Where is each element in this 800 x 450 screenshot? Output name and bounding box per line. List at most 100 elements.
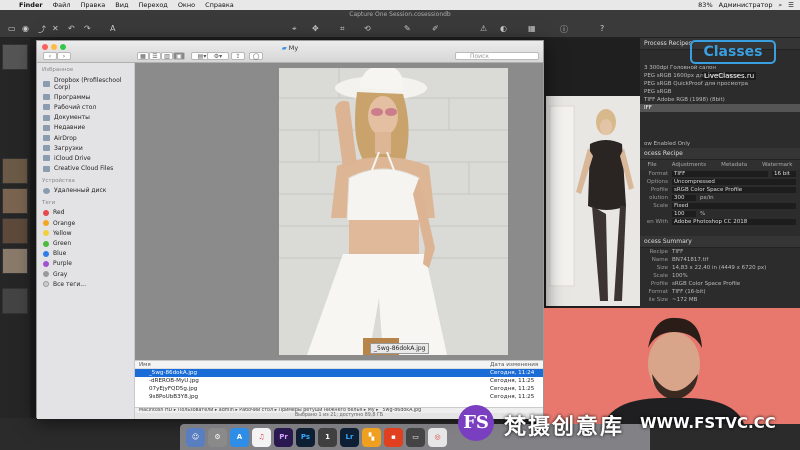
capture-one-dock-icon[interactable]: 1 [318, 427, 337, 447]
sidebar-item-airdrop[interactable]: AirDrop [37, 133, 134, 143]
capture-icon[interactable]: ◉ [22, 24, 29, 33]
options-select[interactable]: Uncompressed [672, 179, 796, 185]
sidebar-item-remote-disc[interactable]: Удаленный диск [37, 186, 134, 196]
search-input[interactable]: Поиск [455, 52, 539, 60]
file-row[interactable]: -dREROB-MyU.jpg Сегодня, 11:25 [135, 377, 543, 385]
process-summary-header[interactable]: ocess Summary [640, 236, 800, 248]
photoshop-dock-icon[interactable]: Ps [296, 427, 315, 447]
sidebar-tag-red[interactable]: Red [37, 208, 134, 218]
user-name[interactable]: Администратор [719, 1, 773, 9]
share-icon[interactable]: ⇪ [231, 52, 245, 60]
sidebar-all-tags[interactable]: Все теги... [37, 279, 134, 289]
gallery-view-button[interactable]: ▣ [173, 52, 185, 60]
cursor-tool-icon[interactable]: ⌖ [292, 24, 297, 34]
scale-select[interactable]: Fixed [672, 203, 796, 209]
picker-tool-icon[interactable]: ✐ [432, 24, 439, 33]
menu-file[interactable]: Файл [48, 1, 76, 9]
sidebar-item-recents[interactable]: Недавние [37, 123, 134, 133]
tag-icon[interactable]: ◯ [249, 52, 263, 60]
column-date-header[interactable]: Дата изменения [490, 361, 543, 368]
finder-dock-icon[interactable]: ☺ [186, 427, 205, 447]
forward-button[interactable]: › [57, 52, 71, 60]
show-enabled-only[interactable]: ow Enabled Only [640, 140, 800, 148]
pan-tool-icon[interactable]: ✥ [312, 24, 319, 33]
thumbnail[interactable] [2, 248, 28, 274]
thumbnail[interactable] [2, 188, 28, 214]
grid-icon[interactable]: ▦ [528, 24, 536, 33]
app-dock-icon[interactable]: ▪ [384, 427, 403, 447]
menu-go[interactable]: Переход [133, 1, 172, 9]
sidebar-tag-orange[interactable]: Orange [37, 218, 134, 228]
tool-tab-library[interactable] [2, 44, 28, 70]
terminal-dock-icon[interactable]: ▭ [406, 427, 425, 447]
tab-watermark[interactable]: Watermark [762, 162, 792, 168]
thumbnail[interactable] [2, 158, 28, 184]
file-row-selected[interactable]: _5wg-86dokA.jpg Сегодня, 11:24 [135, 369, 543, 377]
preview-photo[interactable] [279, 68, 508, 355]
icon-view-button[interactable]: ▦ [137, 52, 149, 60]
sidebar-item-downloads[interactable]: Загрузки [37, 143, 134, 153]
tab-metadata[interactable]: Metadata [721, 162, 747, 168]
chrome-dock-icon[interactable]: ◎ [428, 427, 447, 447]
undo-icon[interactable]: ↶ [68, 24, 75, 33]
back-button[interactable]: ‹ [43, 52, 57, 60]
sidebar-item-desktop[interactable]: Рабочий стол [37, 102, 134, 112]
thumbnail[interactable] [2, 288, 28, 314]
resolution-input[interactable]: 300 [672, 195, 696, 201]
recipe-item[interactable]: 3 300dpi Головной салон [640, 64, 800, 72]
sidebar-item-documents[interactable]: Документы [37, 113, 134, 123]
menu-edit[interactable]: Правка [76, 1, 111, 9]
recipe-item[interactable]: TIFF Adobe RGB (1998) (8bit) [640, 96, 800, 104]
export-icon[interactable]: ⤴ [38, 24, 46, 35]
profile-select[interactable]: sRGB Color Space Profile [672, 187, 796, 193]
sidebar-item-dropbox[interactable]: Dropbox (Profileschool Corp) [37, 75, 134, 92]
tab-file[interactable]: File [647, 162, 656, 168]
system-preferences-dock-icon[interactable]: ⚙ [208, 427, 227, 447]
open-with-select[interactable]: Adobe Photoshop CC 2018 [672, 219, 796, 225]
help-icon[interactable]: ? [600, 24, 604, 33]
list-view-button[interactable]: ☰ [149, 52, 161, 60]
premiere-dock-icon[interactable]: Pr [274, 427, 293, 447]
proof-icon[interactable]: ◐ [500, 24, 507, 33]
rotate-tool-icon[interactable]: ⟲ [364, 24, 371, 33]
sidebar-item-icloud[interactable]: iCloud Drive [37, 153, 134, 163]
brush-tool-icon[interactable]: ✎ [404, 24, 411, 33]
itunes-dock-icon[interactable]: ♫ [252, 427, 271, 447]
import-icon[interactable]: ▭ [8, 24, 16, 33]
sidebar-item-creative-cloud[interactable]: Creative Cloud Files [37, 164, 134, 174]
scale-percent-input[interactable]: 100 [672, 211, 696, 217]
sidebar-tag-green[interactable]: Green [37, 238, 134, 248]
format-select[interactable]: TIFF [672, 171, 768, 177]
tab-adjustments[interactable]: Adjustments [672, 162, 706, 168]
sidebar-item-applications[interactable]: Программы [37, 92, 134, 102]
recipe-item[interactable]: PEG sRGB [640, 88, 800, 96]
sidebar-tag-gray[interactable]: Gray [37, 269, 134, 279]
menu-list-icon[interactable]: ☰ [788, 1, 794, 9]
crop-tool-icon[interactable]: ⌗ [340, 24, 345, 34]
app-dock-icon[interactable]: ▚ [362, 427, 381, 447]
process-recipe-header[interactable]: ocess Recipe [640, 148, 800, 160]
column-view-button[interactable]: ▥ [161, 52, 173, 60]
redo-icon[interactable]: ↷ [84, 24, 91, 33]
sidebar-tag-blue[interactable]: Blue [37, 249, 134, 259]
recipe-item-selected[interactable]: IFF [640, 104, 800, 112]
sidebar-tag-purple[interactable]: Purple [37, 259, 134, 269]
text-tool-icon[interactable]: A [110, 24, 115, 33]
menu-view[interactable]: Вид [110, 1, 133, 9]
column-name-header[interactable]: Имя [135, 361, 490, 368]
sidebar-tag-yellow[interactable]: Yellow [37, 228, 134, 238]
file-row[interactable]: 07yEjyFQD5g.jpg Сегодня, 11:25 [135, 385, 543, 393]
delete-icon[interactable]: ✕ [52, 24, 59, 33]
menu-app[interactable]: Finder [14, 1, 48, 9]
search-icon[interactable]: ⌕ [779, 1, 783, 10]
action-gear-icon[interactable]: ⚙▾ [207, 52, 229, 60]
battery-level[interactable]: 83% [698, 1, 712, 9]
thumbnail[interactable] [2, 218, 28, 244]
lightroom-dock-icon[interactable]: Lr [340, 427, 359, 447]
app-store-dock-icon[interactable]: A [230, 427, 249, 447]
recipe-item[interactable]: PEG sRGB QuickProof для просмотра [640, 80, 800, 88]
menu-help[interactable]: Справка [200, 1, 239, 9]
info-icon[interactable]: ⓘ [560, 24, 568, 35]
menu-window[interactable]: Окно [173, 1, 200, 9]
warning-icon[interactable]: ⚠ [480, 24, 487, 33]
